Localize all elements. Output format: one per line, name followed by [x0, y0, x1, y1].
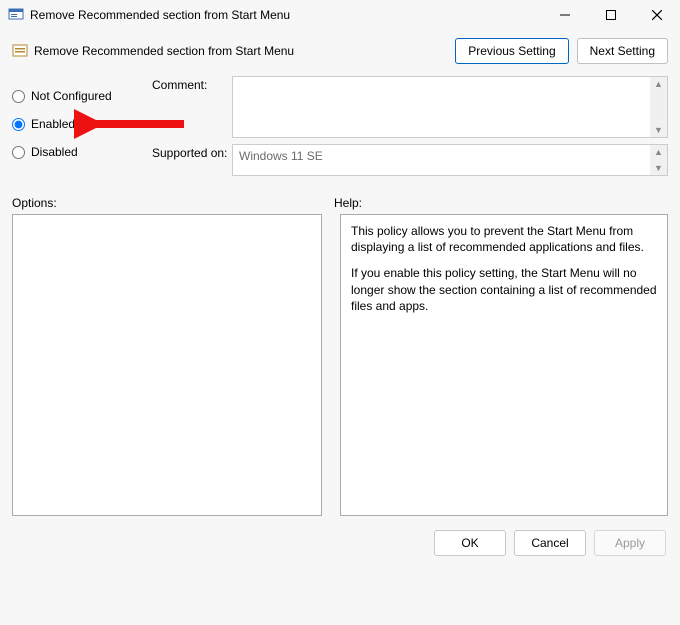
- policy-state-group: Not Configured Enabled Disabled: [12, 76, 152, 182]
- policy-subicon: [12, 43, 28, 59]
- supported-scrollbar[interactable]: ▲ ▼: [650, 145, 667, 175]
- radio-disabled[interactable]: Disabled: [12, 138, 152, 166]
- title-bar: Remove Recommended section from Start Me…: [0, 0, 680, 30]
- comment-textarea[interactable]: ▲ ▼: [232, 76, 668, 138]
- apply-button[interactable]: Apply: [594, 530, 666, 556]
- radio-enabled-label: Enabled: [31, 117, 75, 131]
- options-label: Options:: [12, 196, 334, 210]
- supported-on-value: Windows 11 SE: [239, 149, 323, 163]
- scroll-down-icon: ▼: [654, 123, 663, 137]
- header-subtitle: Remove Recommended section from Start Me…: [34, 44, 447, 58]
- help-label: Help:: [334, 196, 362, 210]
- radio-enabled[interactable]: Enabled: [12, 110, 152, 138]
- comment-label: Comment:: [152, 76, 232, 138]
- radio-disabled-label: Disabled: [31, 145, 78, 159]
- comment-scrollbar[interactable]: ▲ ▼: [650, 77, 667, 137]
- help-paragraph-1: This policy allows you to prevent the St…: [351, 223, 657, 255]
- minimize-button[interactable]: [542, 0, 588, 30]
- dialog-footer: OK Cancel Apply: [0, 516, 680, 556]
- policy-icon: [8, 7, 24, 23]
- radio-disabled-input[interactable]: [12, 146, 25, 159]
- help-panel: This policy allows you to prevent the St…: [340, 214, 668, 516]
- maximize-button[interactable]: [588, 0, 634, 30]
- radio-not-configured[interactable]: Not Configured: [12, 82, 152, 110]
- radio-not-configured-input[interactable]: [12, 90, 25, 103]
- close-button[interactable]: [634, 0, 680, 30]
- ok-button[interactable]: OK: [434, 530, 506, 556]
- radio-enabled-input[interactable]: [12, 118, 25, 131]
- help-paragraph-2: If you enable this policy setting, the S…: [351, 265, 657, 314]
- cancel-button[interactable]: Cancel: [514, 530, 586, 556]
- options-panel: [12, 214, 322, 516]
- scroll-up-icon: ▲: [654, 77, 663, 91]
- next-setting-button[interactable]: Next Setting: [577, 38, 668, 64]
- radio-not-configured-label: Not Configured: [31, 89, 112, 103]
- scroll-up-icon: ▲: [654, 145, 663, 159]
- header-row: Remove Recommended section from Start Me…: [0, 30, 680, 74]
- window-title: Remove Recommended section from Start Me…: [30, 8, 542, 22]
- scroll-down-icon: ▼: [654, 161, 663, 175]
- previous-setting-button[interactable]: Previous Setting: [455, 38, 568, 64]
- supported-on-label: Supported on:: [152, 144, 232, 176]
- supported-on-box: Windows 11 SE ▲ ▼: [232, 144, 668, 176]
